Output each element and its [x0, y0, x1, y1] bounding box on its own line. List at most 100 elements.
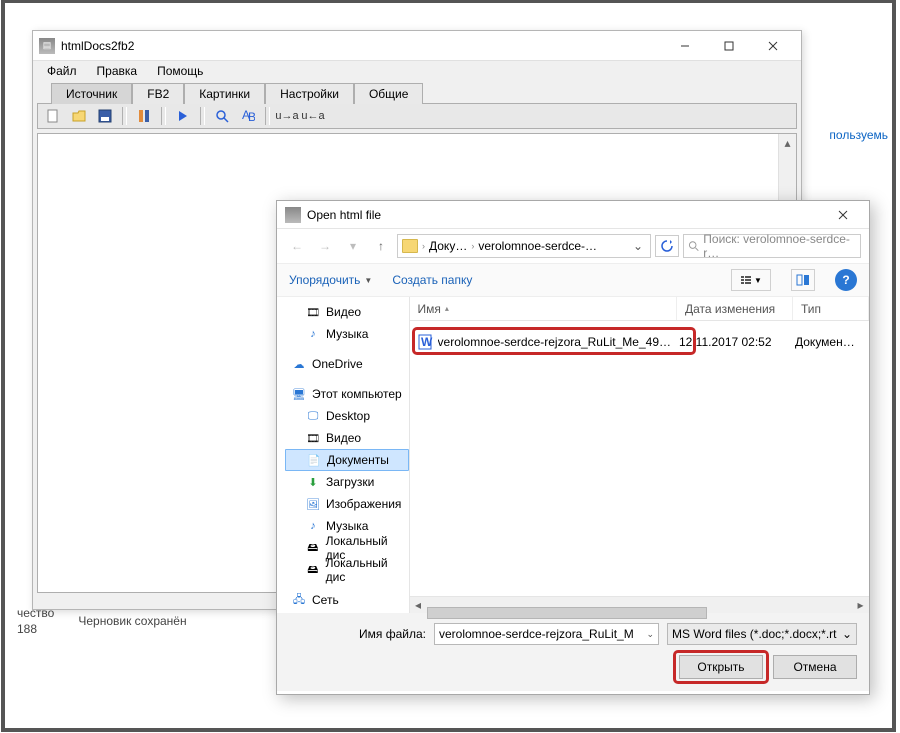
toolbar: AB u→a u←a — [37, 103, 797, 129]
toolbar-separator — [265, 107, 270, 125]
a-to-u-icon[interactable]: u←a — [302, 106, 324, 126]
close-button[interactable] — [751, 32, 795, 60]
column-headers: Имя▴ Дата изменения Тип — [410, 297, 869, 321]
filename-input[interactable]: verolomnoe-serdce-rejzora_RuLit_M ⌄ — [434, 623, 659, 645]
tree-desktop[interactable]: 🖵Desktop — [285, 405, 409, 427]
computer-icon: 🖥 — [291, 387, 307, 401]
tree-this-pc[interactable]: 🖥Этот компьютер — [285, 383, 409, 405]
app-icon: ▤ — [39, 38, 55, 54]
column-type[interactable]: Тип — [793, 297, 869, 320]
new-icon[interactable] — [42, 106, 64, 126]
tree-network[interactable]: 🖧Сеть — [285, 589, 409, 611]
open-icon[interactable] — [68, 106, 90, 126]
tabs: Источник FB2 Картинки Настройки Общие — [33, 81, 801, 103]
tab-pictures[interactable]: Картинки — [184, 83, 265, 104]
form-icon[interactable] — [133, 106, 155, 126]
tab-common[interactable]: Общие — [354, 83, 423, 104]
organize-button[interactable]: Упорядочить▼ — [289, 273, 372, 287]
main-titlebar: ▤ htmlDocs2fb2 — [33, 31, 801, 61]
save-icon[interactable] — [94, 106, 116, 126]
breadcrumb-part2[interactable]: verolomnoe-serdce-… — [478, 239, 597, 253]
tree-pc-video[interactable]: 🎞Видео — [285, 427, 409, 449]
chevron-down-icon[interactable]: ⌄ — [646, 629, 654, 640]
chevron-right-icon: › — [422, 241, 425, 251]
open-button[interactable]: Открыть — [679, 655, 763, 679]
onedrive-icon: ☁ — [291, 357, 307, 371]
tab-source[interactable]: Источник — [51, 83, 132, 104]
downloads-icon: ⬇ — [305, 475, 321, 489]
nav-up-button[interactable]: ↑ — [369, 234, 393, 258]
view-mode-button[interactable]: ▼ — [731, 269, 771, 291]
tree-onedrive[interactable]: ☁OneDrive — [285, 353, 409, 375]
search-input[interactable]: Поиск: verolomnoe-serdce-r… — [683, 234, 861, 258]
preview-pane-button[interactable] — [791, 269, 815, 291]
tree-local-disk-2[interactable]: 🖴Локальный дис — [285, 559, 409, 581]
file-list: W verolomnoe-serdce-rejzora_RuLit_Me_49…… — [410, 321, 869, 596]
tab-settings[interactable]: Настройки — [265, 83, 354, 104]
nav-row: ← → ▾ ↑ › Доку… › verolomnoe-serdce-… ⌄ … — [277, 229, 869, 263]
zoom-icon[interactable] — [211, 106, 233, 126]
replace-icon[interactable]: AB — [237, 106, 259, 126]
chevron-down-icon[interactable]: ⌄ — [842, 627, 852, 641]
filename-row: Имя файла: verolomnoe-serdce-rejzora_RuL… — [289, 623, 857, 645]
cancel-button[interactable]: Отмена — [773, 655, 857, 679]
file-row[interactable]: W verolomnoe-serdce-rejzora_RuLit_Me_49…… — [416, 329, 863, 355]
file-name: verolomnoe-serdce-rejzora_RuLit_Me_49… — [438, 335, 671, 349]
dialog-title: Open html file — [307, 208, 825, 222]
file-type: Документ M — [787, 335, 863, 349]
nav-recent-button[interactable]: ▾ — [341, 234, 365, 258]
maximize-button[interactable] — [707, 32, 751, 60]
dialog-body: 🎞Видео ♪Музыка ☁OneDrive 🖥Этот компьютер… — [277, 297, 869, 613]
refresh-button[interactable] — [655, 235, 679, 257]
nav-back-button[interactable]: ← — [285, 234, 309, 258]
tree-downloads[interactable]: ⬇Загрузки — [285, 471, 409, 493]
open-file-dialog: Open html file ← → ▾ ↑ › Доку… › verolom… — [276, 200, 870, 695]
help-button[interactable]: ? — [835, 269, 857, 291]
new-folder-button[interactable]: Создать папку — [392, 273, 472, 287]
scroll-left-icon[interactable]: ◂ — [410, 597, 427, 614]
sort-asc-icon: ▴ — [445, 304, 449, 313]
music-icon: ♪ — [305, 327, 321, 341]
menu-file[interactable]: Файл — [37, 62, 87, 80]
breadcrumb-dropdown-icon[interactable]: ⌄ — [630, 239, 646, 253]
window-controls — [663, 32, 795, 60]
breadcrumb-part1[interactable]: Доку… — [429, 239, 467, 253]
desktop-icon: 🖵 — [305, 409, 321, 423]
dialog-titlebar: Open html file — [277, 201, 869, 229]
dialog-close-button[interactable] — [825, 203, 861, 227]
menu-help[interactable]: Помощь — [147, 62, 213, 80]
images-icon: 🖼 — [305, 497, 321, 511]
word-doc-icon: W — [416, 333, 434, 351]
side-link[interactable]: пользуемь — [829, 128, 888, 142]
horizontal-scrollbar[interactable]: ◂ ▸ — [410, 596, 869, 613]
scroll-right-icon[interactable]: ▸ — [852, 597, 869, 614]
app-title: htmlDocs2fb2 — [61, 39, 663, 53]
u-to-a-icon[interactable]: u→a — [276, 106, 298, 126]
toolbar-separator — [122, 107, 127, 125]
tree-music[interactable]: ♪Музыка — [285, 323, 409, 345]
minimize-button[interactable] — [663, 32, 707, 60]
nav-forward-button[interactable]: → — [313, 234, 337, 258]
quality-label: чество — [17, 606, 54, 622]
file-area: Имя▴ Дата изменения Тип W verolomnoe-ser… — [410, 297, 869, 613]
tree-images[interactable]: 🖼Изображения — [285, 493, 409, 515]
folder-tree: 🎞Видео ♪Музыка ☁OneDrive 🖥Этот компьютер… — [277, 297, 410, 613]
column-date[interactable]: Дата изменения — [677, 297, 793, 320]
documents-icon: 📄 — [306, 453, 322, 467]
filetype-filter[interactable]: MS Word files (*.doc;*.docx;*.rt ⌄ — [667, 623, 857, 645]
command-row: Упорядочить▼ Создать папку ▼ ? — [277, 263, 869, 297]
scroll-up-icon[interactable]: ▴ — [779, 134, 796, 151]
dialog-icon — [285, 207, 301, 223]
tree-video[interactable]: 🎞Видео — [285, 301, 409, 323]
tab-fb2[interactable]: FB2 — [132, 83, 184, 104]
menu-edit[interactable]: Правка — [87, 62, 148, 80]
tree-documents[interactable]: 📄Документы — [285, 449, 409, 471]
run-icon[interactable] — [172, 106, 194, 126]
scroll-thumb[interactable] — [427, 607, 708, 619]
breadcrumb[interactable]: › Доку… › verolomnoe-serdce-… ⌄ — [397, 234, 651, 258]
filename-label: Имя файла: — [289, 627, 426, 641]
disk-icon: 🖴 — [305, 541, 321, 555]
column-name[interactable]: Имя▴ — [410, 297, 677, 320]
dialog-footer: Имя файла: verolomnoe-serdce-rejzora_RuL… — [277, 613, 869, 691]
svg-text:W: W — [421, 335, 433, 349]
